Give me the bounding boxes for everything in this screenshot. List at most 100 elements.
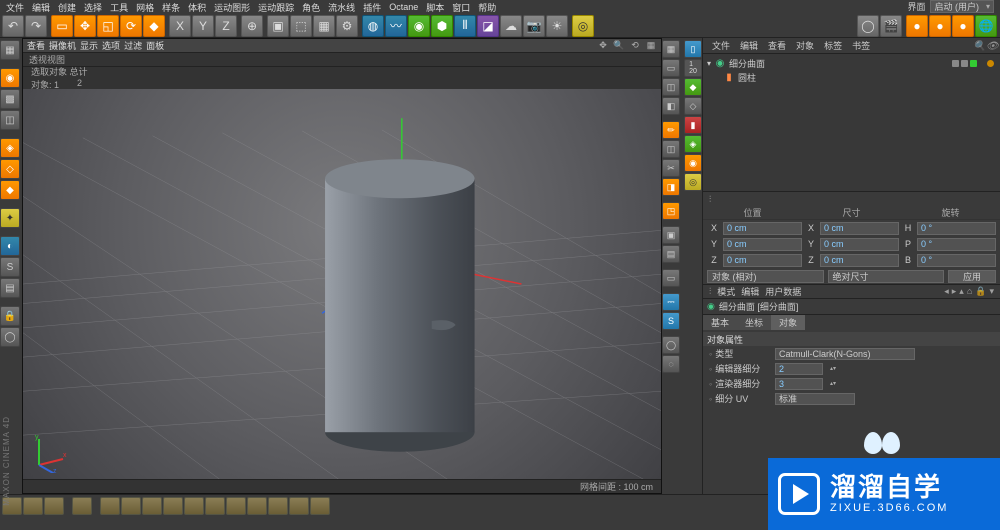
strip2-btn-4[interactable]: ▮ bbox=[684, 116, 702, 134]
strip1-btn-snap1[interactable]: ▣ bbox=[662, 226, 680, 244]
mat-btn-3[interactable] bbox=[44, 497, 64, 515]
strip2-btn-2[interactable]: ◆ bbox=[684, 78, 702, 96]
menu-mesh[interactable]: 网格 bbox=[134, 1, 156, 14]
vp-menu-view[interactable]: 查看 bbox=[27, 39, 45, 52]
attr-home-icon[interactable]: ⌂ bbox=[967, 286, 972, 297]
strip1-btn-sphere[interactable]: ◯ bbox=[662, 336, 680, 354]
snap-c-button[interactable]: ● bbox=[952, 15, 974, 37]
strip1-btn-snap2[interactable]: ▤ bbox=[662, 245, 680, 263]
coord-mode-b-dropdown[interactable]: 绝对尺寸 bbox=[828, 270, 945, 283]
mat-btn-4[interactable] bbox=[72, 497, 92, 515]
octane-button[interactable]: ◎ bbox=[572, 15, 594, 37]
spline-button[interactable]: 〰 bbox=[385, 15, 407, 37]
htab-view[interactable]: 查看 bbox=[763, 38, 791, 53]
attr-editor-field[interactable]: 2 bbox=[775, 363, 823, 375]
htab-bookmark[interactable]: 书签 bbox=[847, 38, 875, 53]
attr-render-spinner[interactable]: ▴▾ bbox=[829, 378, 837, 390]
vp-menu-options[interactable]: 选项 bbox=[102, 39, 120, 52]
atab-mode[interactable]: 模式 bbox=[717, 285, 735, 298]
strip1-btn-cam[interactable]: ▭ bbox=[662, 269, 680, 287]
strip1-btn-4[interactable]: ◧ bbox=[662, 97, 680, 115]
attr-up-icon[interactable]: ▴ bbox=[959, 286, 964, 297]
select-tool[interactable]: ▭ bbox=[51, 15, 73, 37]
film-button[interactable]: 🎬 bbox=[880, 15, 902, 37]
axis-x-button[interactable]: X bbox=[169, 15, 191, 37]
subtab-coord[interactable]: 坐标 bbox=[737, 315, 771, 330]
root-name[interactable]: 细分曲面 bbox=[729, 57, 765, 70]
strip1-btn-2[interactable]: ▭ bbox=[662, 59, 680, 77]
attr-back-icon[interactable]: ◂ bbox=[944, 286, 949, 297]
strip1-btn-eraser[interactable]: ◫ bbox=[662, 140, 680, 158]
vis-editor-dot[interactable] bbox=[952, 60, 959, 67]
menu-help[interactable]: 帮助 bbox=[476, 1, 498, 14]
undo-button[interactable]: ↶ bbox=[2, 15, 24, 37]
mat-btn-11[interactable] bbox=[226, 497, 246, 515]
htab-tags[interactable]: 标签 bbox=[819, 38, 847, 53]
point-mode-button[interactable]: ◈ bbox=[0, 138, 20, 158]
subtab-object[interactable]: 对象 bbox=[771, 315, 805, 330]
menu-octane[interactable]: Octane bbox=[387, 2, 420, 12]
vp-nav-zoom-icon[interactable]: 🔍 bbox=[613, 40, 625, 52]
strip2-btn-3[interactable]: ◇ bbox=[684, 97, 702, 115]
size-z-field[interactable]: 0 cm bbox=[820, 254, 899, 267]
coord-mode-a-dropdown[interactable]: 对象 (相对) bbox=[707, 270, 824, 283]
mat-btn-6[interactable] bbox=[121, 497, 141, 515]
mat-btn-13[interactable] bbox=[268, 497, 288, 515]
menu-script[interactable]: 脚本 bbox=[424, 1, 446, 14]
menu-pipeline[interactable]: 流水线 bbox=[326, 1, 357, 14]
mat-btn-15[interactable] bbox=[310, 497, 330, 515]
hierarchy-search-icon[interactable]: 🔍 bbox=[973, 41, 983, 51]
scale-tool[interactable]: ◱ bbox=[97, 15, 119, 37]
vp-menu-display[interactable]: 显示 bbox=[80, 39, 98, 52]
object-manager[interactable]: ▾ ◉ 细分曲面 ▮ 圆柱 bbox=[703, 54, 1000, 192]
pos-z-field[interactable]: 0 cm bbox=[723, 254, 802, 267]
vp-menu-camera[interactable]: 摄像机 bbox=[49, 39, 76, 52]
htab-file[interactable]: 文件 bbox=[707, 38, 735, 53]
menu-select[interactable]: 选择 bbox=[82, 1, 104, 14]
strip1-btn-1[interactable]: ▦ bbox=[662, 40, 680, 58]
mat-btn-8[interactable] bbox=[163, 497, 183, 515]
subdiv-button[interactable]: ⬢ bbox=[431, 15, 453, 37]
mat-btn-2[interactable] bbox=[23, 497, 43, 515]
strip1-btn-box[interactable]: ◳ bbox=[662, 202, 680, 220]
texture-mode-button[interactable]: ▩ bbox=[0, 89, 20, 109]
vp-nav-orbit-icon[interactable]: ⟲ bbox=[629, 40, 641, 52]
rot-p-field[interactable]: 0 ° bbox=[917, 238, 996, 251]
vray-button[interactable]: ◯ bbox=[857, 15, 879, 37]
attr-render-field[interactable]: 3 bbox=[775, 378, 823, 390]
mat-btn-10[interactable] bbox=[205, 497, 225, 515]
move-tool[interactable]: ✥ bbox=[74, 15, 96, 37]
menu-edit[interactable]: 编辑 bbox=[30, 1, 52, 14]
vp-nav-pan-icon[interactable]: ✥ bbox=[597, 40, 609, 52]
camera-button[interactable]: 📷 bbox=[523, 15, 545, 37]
mat-btn-7[interactable] bbox=[142, 497, 162, 515]
strip2-btn-num[interactable]: 120 bbox=[684, 59, 702, 77]
deformer-button[interactable]: ◪ bbox=[477, 15, 499, 37]
quantize-button[interactable]: ▤ bbox=[0, 278, 20, 298]
menu-volume[interactable]: 体积 bbox=[186, 1, 208, 14]
generator-button[interactable]: ◉ bbox=[408, 15, 430, 37]
redo-button[interactable]: ↷ bbox=[25, 15, 47, 37]
strip2-btn-6[interactable]: ◉ bbox=[684, 154, 702, 172]
snap-b-button[interactable]: ● bbox=[929, 15, 951, 37]
menu-window[interactable]: 窗口 bbox=[450, 1, 472, 14]
render-region-button[interactable]: ⬚ bbox=[290, 15, 312, 37]
subtab-basic[interactable]: 基本 bbox=[703, 315, 737, 330]
axis-mode-button[interactable]: ✦ bbox=[0, 208, 20, 228]
axis-y-button[interactable]: Y bbox=[192, 15, 214, 37]
strip1-btn-3[interactable]: ◫ bbox=[662, 78, 680, 96]
mat-btn-5[interactable] bbox=[100, 497, 120, 515]
size-y-field[interactable]: 0 cm bbox=[820, 238, 899, 251]
coord-apply-button[interactable]: 应用 bbox=[948, 270, 996, 283]
menu-character[interactable]: 角色 bbox=[300, 1, 322, 14]
viewport-solo-button[interactable]: ◐ bbox=[0, 236, 20, 256]
attr-editor-spinner[interactable]: ▴▾ bbox=[829, 363, 837, 375]
menu-plugins[interactable]: 插件 bbox=[361, 1, 383, 14]
model-mode-button[interactable]: ◉ bbox=[0, 68, 20, 88]
strip1-btn-brush[interactable]: ✏ bbox=[662, 121, 680, 139]
edge-mode-button[interactable]: ◇ bbox=[0, 159, 20, 179]
rot-h-field[interactable]: 0 ° bbox=[917, 222, 996, 235]
menu-mograph[interactable]: 运动图形 bbox=[212, 1, 252, 14]
mat-btn-12[interactable] bbox=[247, 497, 267, 515]
attr-type-dropdown[interactable]: Catmull-Clark(N-Gons) bbox=[775, 348, 915, 360]
